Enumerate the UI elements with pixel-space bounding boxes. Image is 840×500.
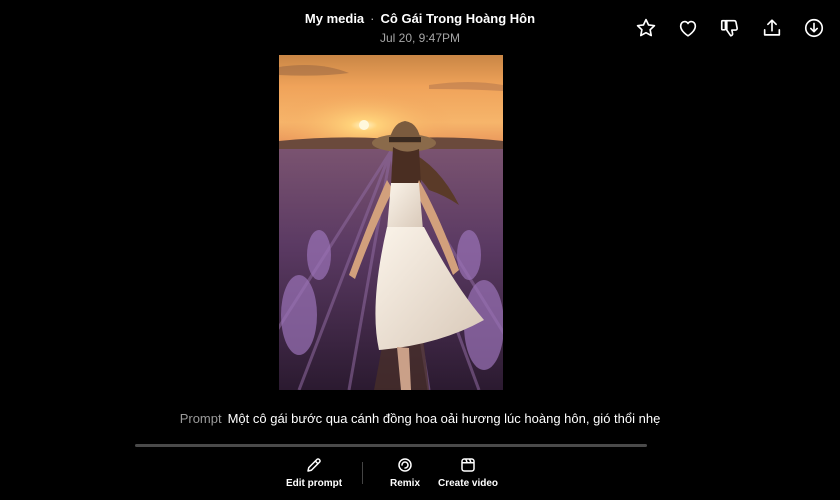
edit-prompt-label: Edit prompt xyxy=(286,478,343,489)
create-video-button[interactable]: Create video xyxy=(438,456,498,489)
page-title: Cô Gái Trong Hoàng Hôn xyxy=(380,11,536,26)
generated-image-art xyxy=(279,55,503,390)
toolbar-divider xyxy=(362,462,363,484)
edit-prompt-button[interactable]: Edit prompt xyxy=(286,456,342,489)
bottom-toolbar: Edit prompt Remix Create video xyxy=(0,456,840,496)
prompt-text: Một cô gái bước qua cánh đồng hoa oải hư… xyxy=(227,411,661,426)
favorite-button[interactable] xyxy=(630,14,662,42)
download-icon xyxy=(804,18,824,38)
pencil-icon xyxy=(307,458,321,472)
create-video-label: Create video xyxy=(438,478,499,489)
breadcrumb-my-media[interactable]: My media xyxy=(305,11,364,26)
dislike-button[interactable] xyxy=(714,14,746,42)
video-icon xyxy=(461,458,475,472)
heart-icon xyxy=(679,20,697,37)
action-bar xyxy=(630,14,830,42)
divider xyxy=(135,444,647,447)
remix-button[interactable]: Remix xyxy=(390,456,420,489)
star-icon xyxy=(636,18,656,37)
download-button[interactable] xyxy=(798,14,830,42)
breadcrumb-separator: · xyxy=(370,11,375,26)
remix-label: Remix xyxy=(390,478,421,489)
share-icon xyxy=(763,19,781,36)
prompt-label: Prompt xyxy=(179,411,222,426)
like-button[interactable] xyxy=(672,14,704,42)
remix-icon xyxy=(398,458,412,472)
share-button[interactable] xyxy=(756,14,788,42)
generated-image[interactable] xyxy=(279,55,503,390)
thumbs-down-icon xyxy=(720,19,738,37)
prompt: Prompt Một cô gái bước qua cánh đồng hoa … xyxy=(0,410,840,428)
